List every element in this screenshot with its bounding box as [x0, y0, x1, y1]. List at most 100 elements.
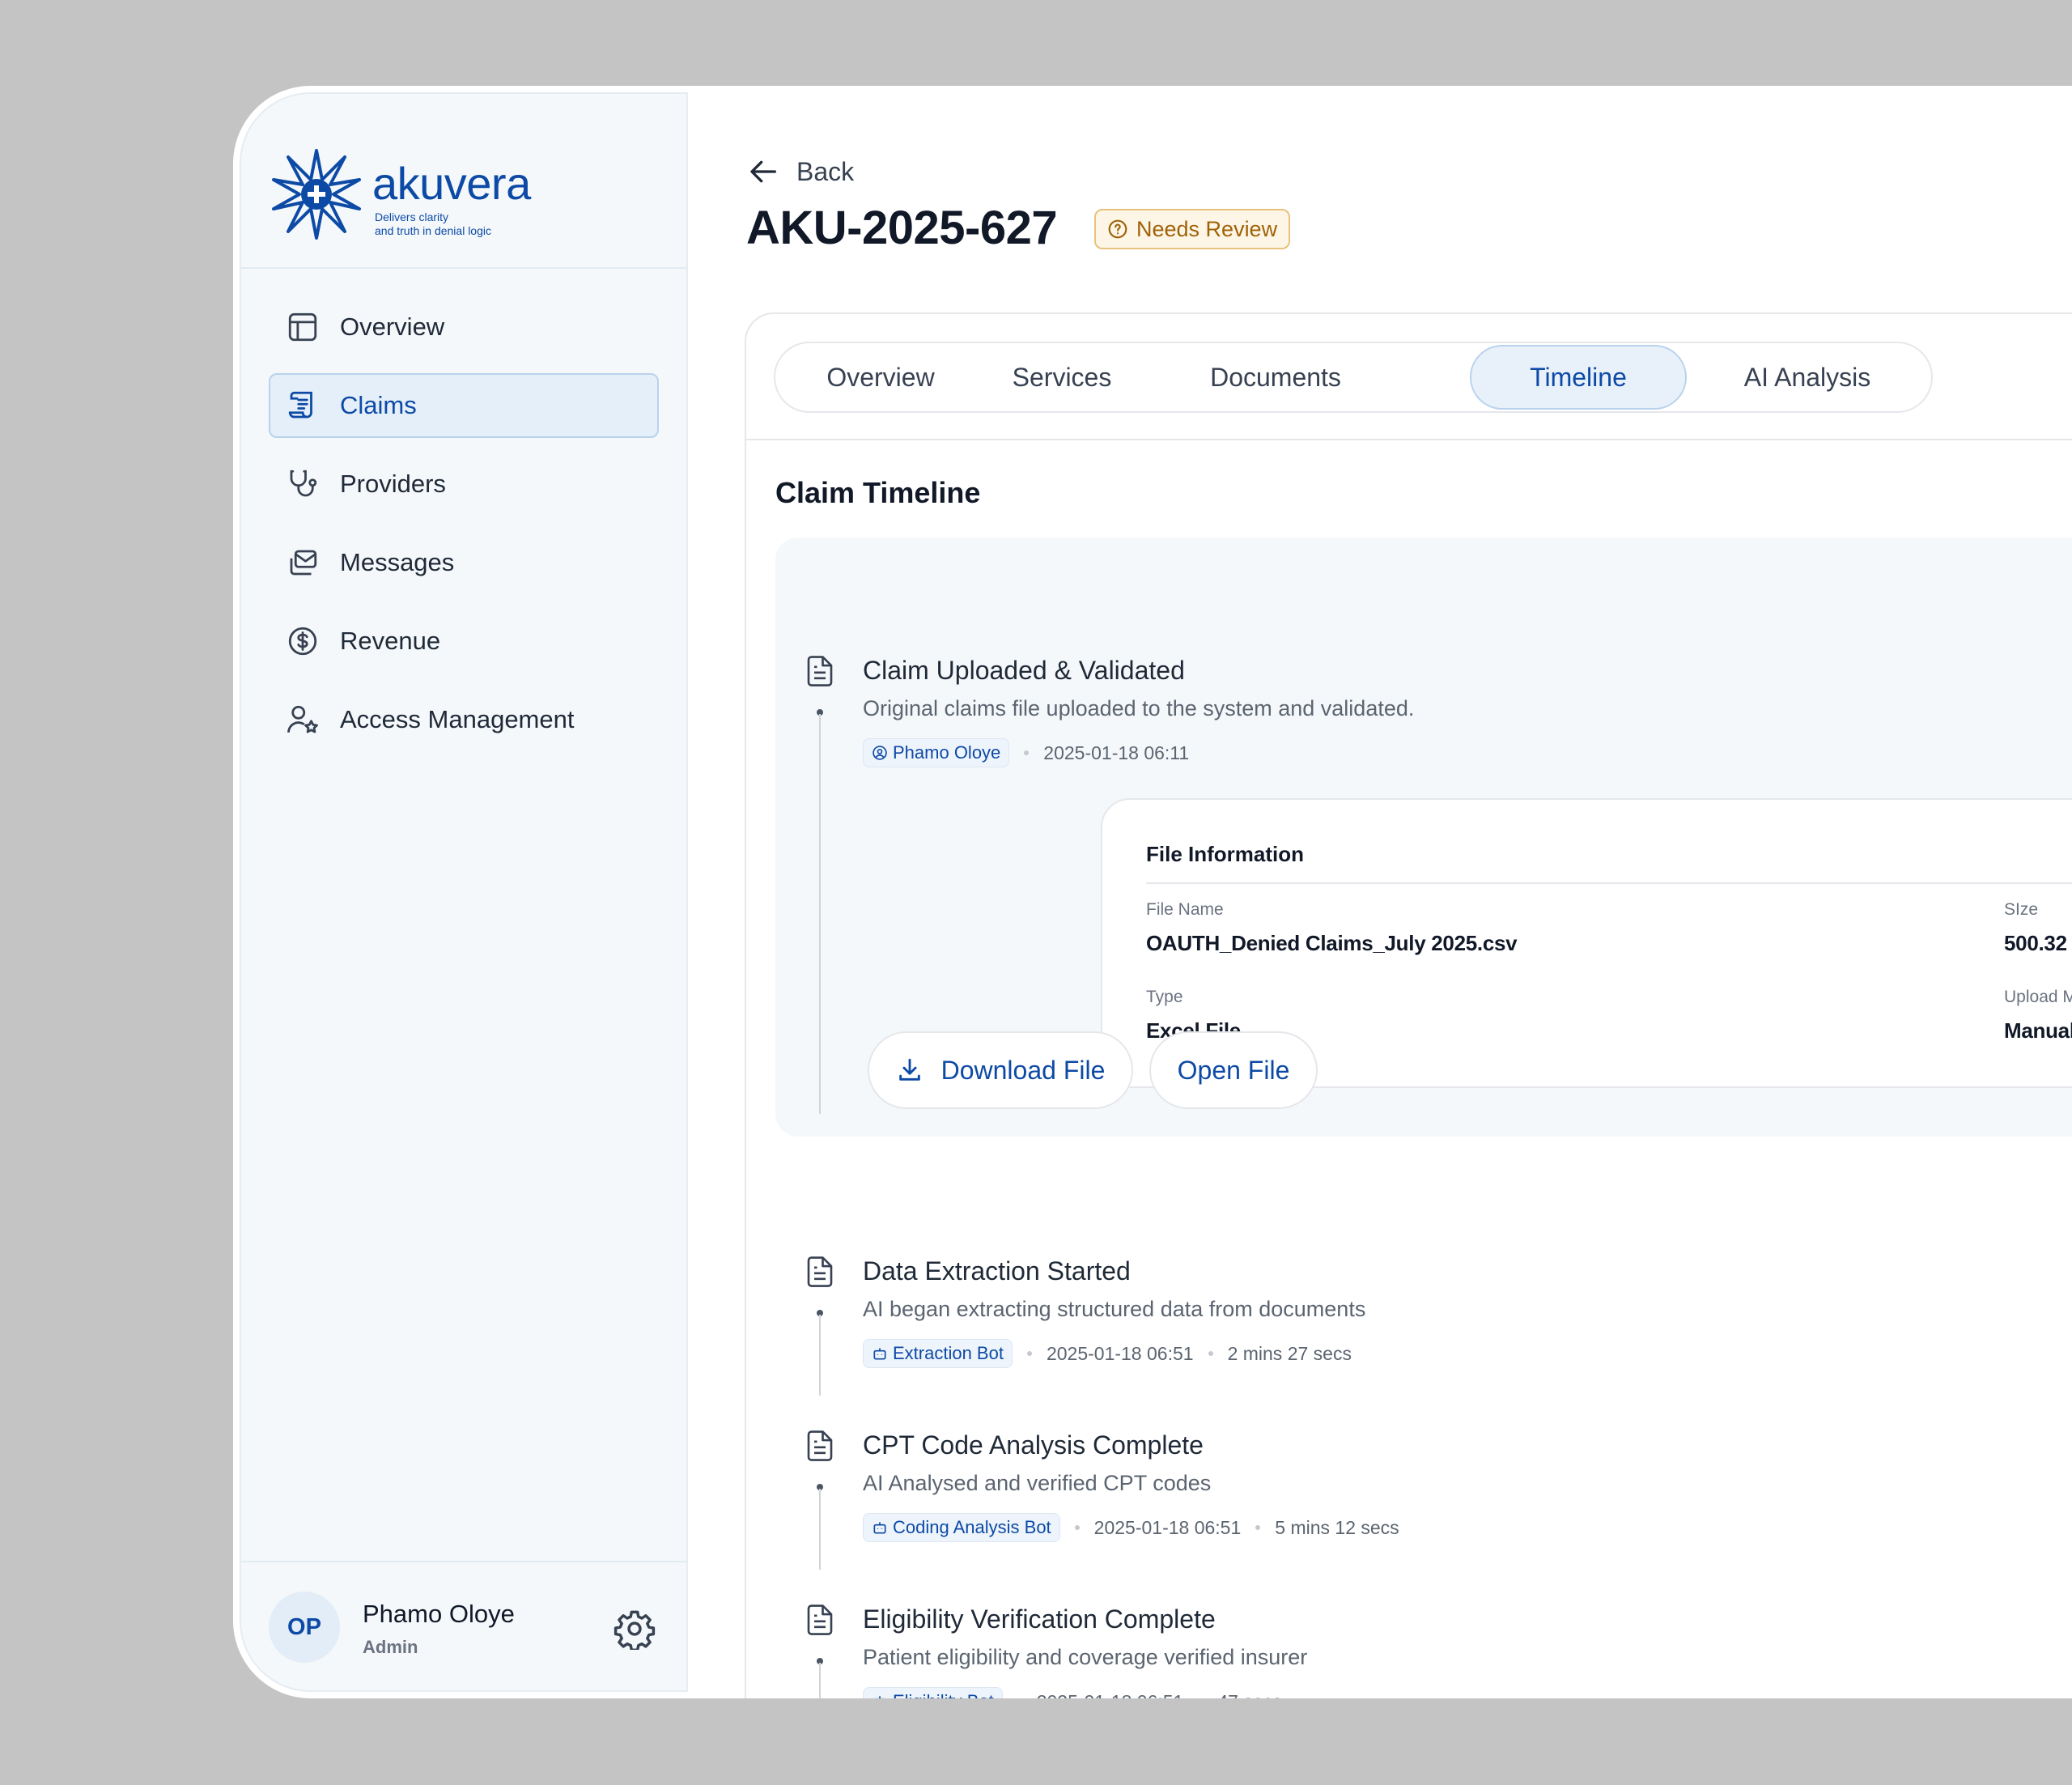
timeline-line — [819, 1315, 821, 1396]
upload-method-label: Upload Method — [2004, 988, 2072, 1006]
event-description: Patient eligibility and coverage verifie… — [863, 1645, 1308, 1669]
separator-dot — [1208, 1351, 1213, 1356]
sidebar-item-label: Revenue — [340, 627, 441, 655]
timeline-line — [819, 1663, 821, 1698]
bot-icon — [873, 1348, 886, 1360]
tab-timeline[interactable]: Timeline — [1470, 345, 1687, 410]
brand-logo[interactable]: akuvera Delivers clarity and truth in de… — [241, 94, 686, 269]
sidebar-item-overview[interactable]: Overview — [269, 295, 659, 359]
file-name-value: OAUTH_Denied Claims_July 2025.csv — [1146, 931, 1518, 955]
section-title: Claim Timeline — [775, 476, 981, 509]
actor-name: Extraction Bot — [893, 1343, 1004, 1363]
event-duration: 5 mins 12 secs — [1275, 1516, 1399, 1538]
file-size-value: 500.32 kb — [2004, 931, 2072, 955]
user-circle-icon — [873, 746, 887, 760]
help-circle-icon — [1108, 219, 1127, 239]
separator-dot — [1026, 1351, 1032, 1356]
brand-name: akuvera — [372, 158, 531, 209]
sidebar: akuvera Delivers clarity and truth in de… — [240, 92, 688, 1692]
scroll-icon — [285, 388, 321, 423]
event-timestamp: 2025-01-18 06:51 — [1037, 1691, 1184, 1699]
sidebar-item-revenue[interactable]: Revenue — [269, 609, 659, 674]
user-profile: OP Phamo Oloye Admin — [241, 1561, 686, 1690]
event-duration: 2 mins 27 secs — [1227, 1342, 1352, 1364]
bot-icon — [875, 1696, 885, 1698]
actor-chip[interactable]: Phamo Oloye — [863, 738, 1010, 767]
event-title: Claim Uploaded & Validated — [863, 656, 1185, 685]
status-badge: Needs Review — [1094, 209, 1291, 249]
bot-icon — [873, 1522, 886, 1534]
tab-ai-analysis[interactable]: AI Analysis — [1692, 343, 1923, 411]
sidebar-item-label: Providers — [340, 470, 446, 498]
sidebar-item-messages[interactable]: Messages — [269, 530, 659, 595]
separator-dot — [1074, 1525, 1080, 1530]
event-meta: Extraction Bot 2025-01-18 06:51 2 mins 2… — [863, 1339, 1352, 1368]
download-file-label: Download File — [940, 1055, 1106, 1085]
open-file-button[interactable]: Open File — [1149, 1031, 1318, 1109]
timeline-line — [819, 1489, 821, 1570]
brand-tagline-line1: Delivers clarity — [375, 210, 449, 223]
actor-chip[interactable]: Eligibility Bot — [863, 1687, 1003, 1698]
sidebar-item-label: Overview — [340, 312, 445, 341]
event-title: Data Extraction Started — [863, 1256, 1131, 1286]
sidebar-item-access-management[interactable]: Access Management — [269, 687, 659, 752]
event-timestamp: 2025-01-18 06:11 — [1043, 742, 1190, 763]
gear-icon[interactable] — [614, 1608, 656, 1650]
file-type-label: Type — [1146, 988, 1183, 1006]
sidebar-item-label: Claims — [340, 391, 417, 419]
arrow-left-icon — [750, 160, 776, 183]
brand-tagline: Delivers clarity and truth in denial log… — [375, 210, 537, 238]
sidebar-item-providers[interactable]: Providers — [269, 452, 659, 516]
page-title: AKU-2025-627 — [746, 202, 1058, 254]
avatar[interactable]: OP — [269, 1592, 340, 1663]
file-size-label: SIze — [2004, 900, 2039, 919]
mail-stack-icon — [285, 545, 321, 580]
document-icon — [807, 1256, 833, 1287]
tab-overview[interactable]: Overview — [792, 343, 970, 411]
tab-services[interactable]: Services — [976, 343, 1148, 411]
user-role: Admin — [363, 1637, 418, 1657]
upload-method-value: Manual — [2004, 1018, 2072, 1043]
actor-name: Coding Analysis Bot — [893, 1517, 1051, 1537]
actor-chip[interactable]: Coding Analysis Bot — [863, 1513, 1060, 1542]
event-title: CPT Code Analysis Complete — [863, 1430, 1204, 1460]
layout-icon — [285, 309, 321, 345]
open-file-label: Open File — [1177, 1055, 1290, 1085]
tab-bar: Overview Services Documents Timeline AI … — [774, 342, 1933, 413]
event-timestamp: 2025-01-18 06:51 — [1093, 1516, 1242, 1538]
separator-dot — [1255, 1525, 1261, 1530]
event-description: AI Analysed and verified CPT codes — [863, 1471, 1212, 1495]
sidebar-nav: Overview Claims Providers Messages Reven… — [269, 295, 659, 766]
stethoscope-icon — [285, 466, 321, 502]
sidebar-item-label: Messages — [340, 548, 455, 576]
event-title: Eligibility Verification Complete — [863, 1604, 1216, 1634]
app-window: akuvera Delivers clarity and truth in de… — [233, 86, 2072, 1698]
document-icon — [807, 656, 833, 686]
event-description: Original claims file uploaded to the sys… — [863, 696, 1415, 720]
document-icon — [807, 1430, 833, 1461]
divider — [1146, 882, 2072, 884]
brand-tagline-line2: and truth in denial logic — [375, 224, 491, 237]
divider — [746, 439, 2072, 440]
event-meta: Eligibility Bot 2025-01-18 06:51 47 secs — [863, 1687, 1282, 1698]
akuvera-logo-icon — [272, 149, 361, 240]
user-name: Phamo Oloye — [363, 1600, 515, 1628]
event-meta: Coding Analysis Bot 2025-01-18 06:51 5 m… — [863, 1513, 1399, 1542]
event-meta: Phamo Oloye 2025-01-18 06:11 — [863, 738, 1189, 767]
back-label: Back — [796, 156, 855, 186]
timeline-line — [819, 714, 821, 1114]
document-icon — [807, 1604, 833, 1635]
actor-chip[interactable]: Extraction Bot — [863, 1339, 1013, 1368]
event-description: AI began extracting structured data from… — [863, 1297, 1366, 1321]
status-label: Needs Review — [1136, 216, 1278, 241]
file-info-title: File Information — [1146, 842, 1304, 866]
actor-name: Phamo Oloye — [893, 742, 1001, 763]
event-duration: 47 secs — [1217, 1691, 1281, 1699]
sidebar-item-claims[interactable]: Claims — [269, 373, 659, 438]
back-button[interactable]: Back — [748, 155, 854, 188]
file-name-label: File Name — [1146, 900, 1224, 919]
download-icon — [898, 1058, 920, 1081]
sidebar-item-label: Access Management — [340, 705, 575, 733]
download-file-button[interactable]: Download File — [868, 1031, 1133, 1109]
tab-documents[interactable]: Documents — [1169, 343, 1382, 411]
